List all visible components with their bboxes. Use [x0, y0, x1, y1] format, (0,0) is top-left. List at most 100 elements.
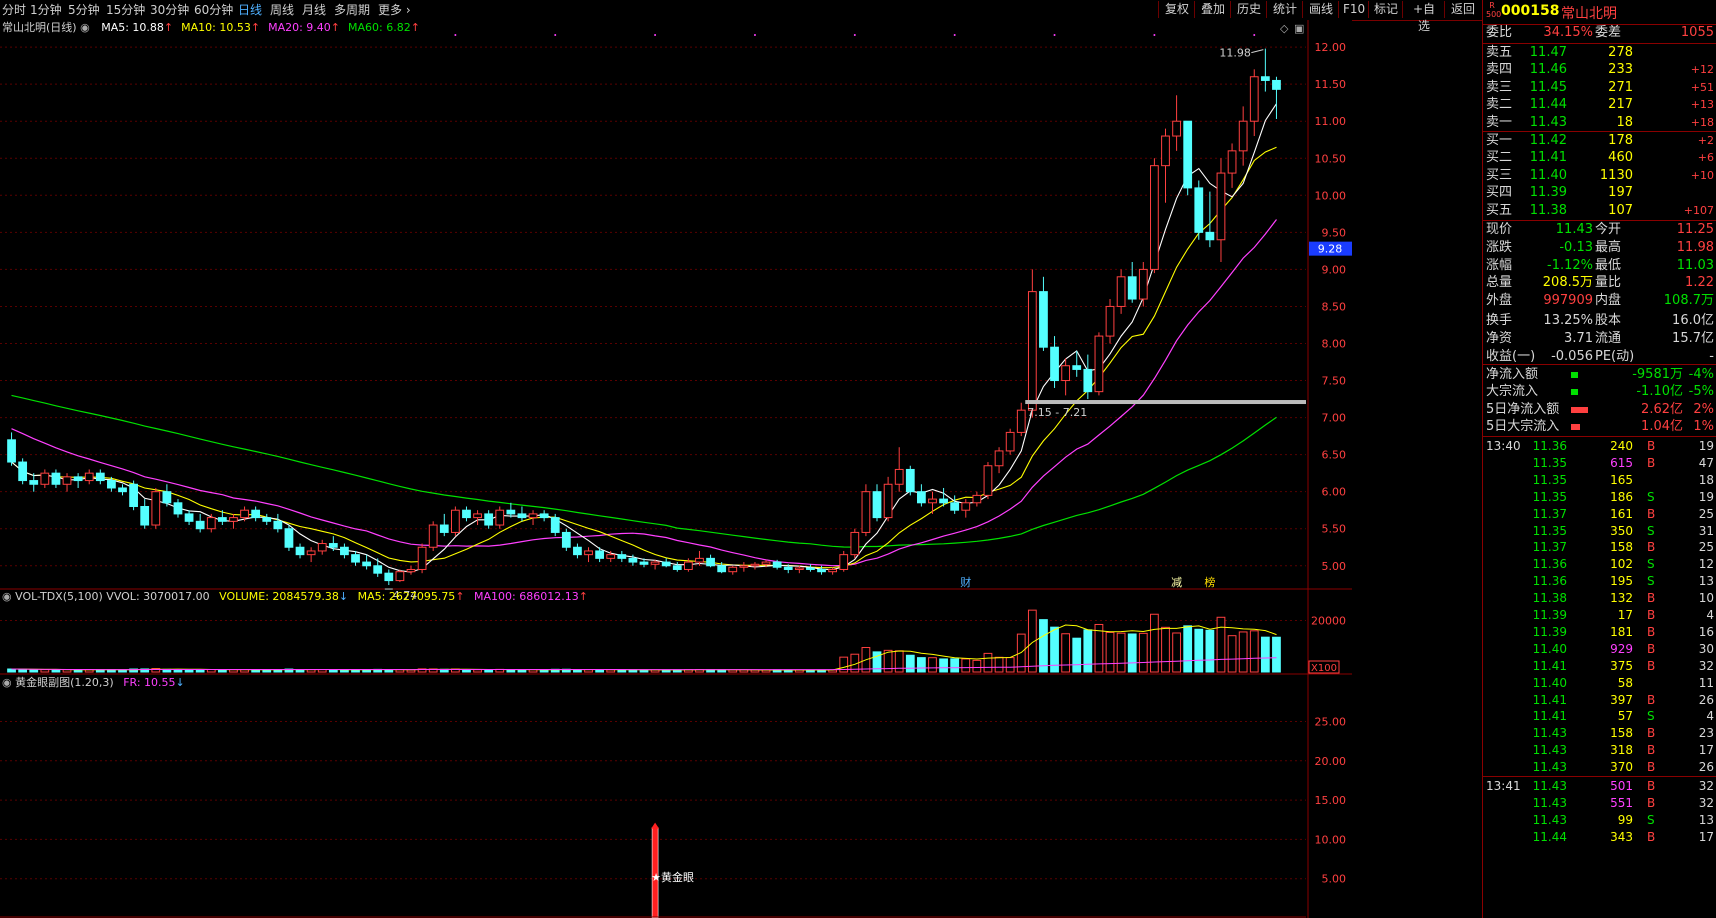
order-book-label: 卖一 — [1486, 114, 1513, 130]
tick-count: 19 — [1698, 489, 1714, 504]
quote-value: -0.056 — [1551, 348, 1593, 364]
toolbar-button[interactable]: +自选 — [1402, 1, 1445, 33]
tick-row: 11.44 343 B 17 — [1483, 829, 1716, 846]
fr-value: FR: 10.55 — [123, 676, 176, 689]
candle — [284, 525, 294, 551]
period-tab[interactable]: 15分钟 — [106, 2, 145, 18]
order-book-price: 11.46 — [1529, 62, 1567, 78]
order-book-change: +12 — [1690, 63, 1714, 77]
toolbar-button[interactable]: 统计 — [1266, 1, 1303, 18]
order-book-price: 11.47 — [1529, 45, 1567, 60]
tick-price: 11.43 — [1532, 812, 1567, 827]
order-book-row: 卖一 11.43 18 +18 — [1483, 114, 1716, 132]
order-book-price: 11.39 — [1529, 185, 1567, 201]
kline-chart[interactable]: 12.00 11.50 11.00 10.50 10.00 9.50 9.00 8.50 8.0… — [0, 20, 1352, 918]
price-tick: 5.50 — [1322, 523, 1347, 536]
fund-flow-label: 5日净流入额 — [1486, 401, 1560, 417]
tick-count: 4 — [1706, 709, 1714, 724]
quote-value: 11.98 — [1676, 239, 1714, 255]
settings-icon[interactable]: ◉ — [2, 590, 12, 603]
tick-row: 13:40 11.36 240 B 19 — [1483, 438, 1716, 455]
order-book-price: 11.43 — [1529, 114, 1567, 130]
candle — [151, 487, 161, 529]
period-tab[interactable]: 更多 › — [378, 2, 411, 18]
volume-bar — [462, 669, 471, 673]
period-tab[interactable]: 多周期 — [334, 2, 370, 18]
tick-count: 47 — [1698, 455, 1714, 470]
tick-side: S — [1647, 489, 1655, 504]
tick-side: S — [1647, 709, 1655, 724]
quote-label: 股本 — [1595, 313, 1622, 328]
quote-label: 换手 — [1486, 313, 1513, 328]
order-book-price: 11.42 — [1529, 133, 1567, 148]
fund-flow-value: 1.04亿 — [1641, 419, 1683, 435]
tick-price: 11.41 — [1532, 692, 1567, 707]
price-tick: 11.00 — [1315, 115, 1347, 128]
toolbar-button[interactable]: 叠加 — [1194, 1, 1231, 18]
order-book-volume: 271 — [1608, 79, 1633, 95]
quote-value: 108.7万 — [1663, 293, 1714, 309]
period-tab[interactable]: 月线 — [302, 2, 326, 18]
candle — [561, 528, 571, 551]
volume-bar — [1216, 616, 1226, 673]
quote-value: 13.25% — [1543, 313, 1593, 328]
toolbar-button[interactable]: F10 — [1338, 1, 1369, 18]
toolbar-button[interactable]: 复权 — [1158, 1, 1195, 18]
order-book-volume: 18 — [1616, 114, 1633, 130]
period-tab[interactable]: 周线 — [270, 2, 294, 18]
volume-bar — [1094, 623, 1104, 673]
volume-bar — [406, 669, 416, 673]
order-book-row: 卖二 11.44 217 +13 — [1483, 96, 1716, 114]
chart-background — [0, 20, 1352, 918]
ma-legend-item: MA5: 10.88 — [101, 21, 164, 34]
tick-row: 11.35 615 B 47 — [1483, 455, 1716, 472]
volume-bar — [40, 669, 50, 673]
tick-price: 11.35 — [1532, 455, 1567, 470]
order-book-volume: 197 — [1608, 185, 1633, 201]
volume-bar — [317, 669, 327, 673]
tick-side: B — [1647, 540, 1656, 555]
indicator-tick: 25.00 — [1315, 715, 1347, 728]
period-tab[interactable]: 日线 — [238, 2, 262, 18]
tick-volume: 132 — [1610, 591, 1633, 606]
tick-side: S — [1647, 574, 1655, 589]
tick-row: 11.41 397 B 26 — [1483, 692, 1716, 709]
toolbar-button[interactable]: 标记 — [1368, 1, 1403, 18]
tick-side: B — [1647, 829, 1656, 844]
tick-volume: 17 — [1617, 608, 1633, 622]
quote-value: 11.43 — [1555, 222, 1593, 237]
settings-icon[interactable]: ◉ — [2, 676, 12, 689]
signal-dot — [753, 34, 756, 36]
price-tick: 7.00 — [1322, 412, 1347, 425]
period-tab[interactable]: 分时 — [2, 2, 26, 18]
toolbar-button[interactable]: 画线 — [1302, 1, 1339, 18]
volume-bar — [1083, 629, 1093, 673]
volume-tick: 20000 — [1311, 614, 1346, 627]
tick-price: 11.36 — [1532, 574, 1567, 589]
tick-row: 11.38 132 B 10 — [1483, 590, 1716, 607]
candle — [850, 528, 860, 559]
quote-row: 收益(一) -0.056 PE(动) - — [1483, 348, 1716, 366]
committee-diff: 1055 — [1680, 25, 1714, 40]
tick-volume: 370 — [1610, 760, 1633, 775]
settings-icon[interactable]: ◉ — [80, 21, 90, 34]
quote-label: 流通 — [1595, 330, 1622, 346]
signal-dot — [1153, 34, 1156, 36]
toolbar-button[interactable]: 返回 — [1444, 1, 1481, 18]
quote-label: 最低 — [1595, 257, 1622, 273]
period-tab[interactable]: 1分钟 — [30, 2, 62, 18]
tick-side: B — [1647, 641, 1656, 656]
indicator-title: 黄金眼副图(1.20,3) — [15, 676, 114, 689]
period-toolbar: 分时 1分钟 5分钟 15分钟 30分钟 60分钟 日线 周线 月线 多周期 更多 › 返回 +自选 标记… — [0, 0, 1482, 33]
period-tab[interactable]: 60分钟 — [194, 2, 233, 18]
tick-price: 11.39 — [1532, 624, 1567, 639]
price-tick: 7.50 — [1322, 375, 1347, 388]
tick-volume: 929 — [1610, 641, 1633, 656]
tick-row: 11.37 158 B 25 — [1483, 539, 1716, 556]
toolbar-button[interactable]: 历史 — [1230, 1, 1267, 18]
period-tab[interactable]: 5分钟 — [68, 2, 100, 18]
period-tab[interactable]: 30分钟 — [150, 2, 189, 18]
signal-dot — [654, 34, 657, 36]
fund-flow-value: -9581万 — [1632, 367, 1683, 382]
tick-count: 25 — [1698, 506, 1714, 521]
